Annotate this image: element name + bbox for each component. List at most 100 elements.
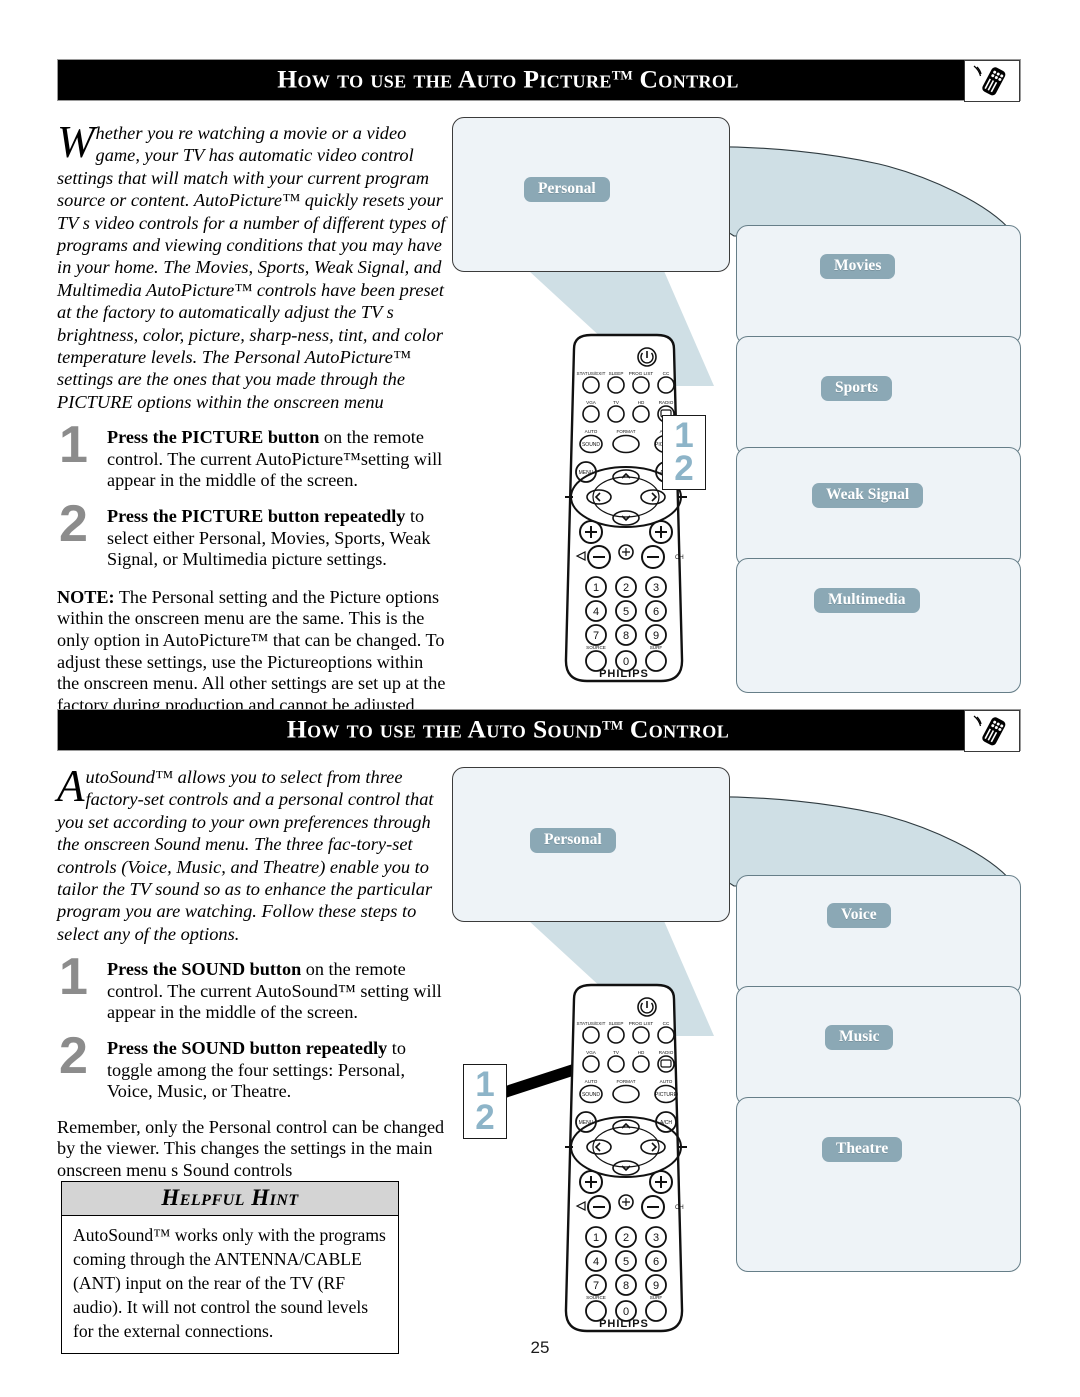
svg-text:FORMAT: FORMAT [616,429,635,434]
auto-picture-note: NOTE: The Personal setting and the Pictu… [57,587,449,717]
step-number: 1 [59,948,88,1007]
svg-text:1: 1 [593,1232,599,1244]
callout-number-box-sound: 1 2 [463,1064,507,1139]
setting-badge-theatre: Theatre [822,1137,903,1162]
svg-text:5: 5 [623,1256,629,1268]
svg-text:9: 9 [653,1280,659,1292]
section-title-text: How to use the Auto Sound [286,714,603,744]
remote-control-graphic-sound: STATUS/EXIT SLEEP PROG LIST CC VGA TV HD… [529,979,719,1339]
svg-text:0: 0 [623,1306,629,1318]
section-title-suffix: Control [632,64,739,94]
setting-badge-movies: Movies [820,254,896,279]
auto-picture-intro-text: hether you re watching a movie or a vide… [57,123,446,412]
tv-panel-theatre [736,1097,1021,1272]
section-header-auto-picture: How to use the Auto PictureTM Control [57,59,1021,102]
svg-text:SOURCE: SOURCE [586,1295,606,1300]
tv-panel-multimedia [736,558,1021,693]
tv-panel-voice [736,875,1021,995]
svg-text:SOUND: SOUND [582,442,600,448]
callout-line-2: 2 [475,1098,495,1137]
callout-line-1: 1 [475,1065,495,1104]
note-label: NOTE: [57,586,115,607]
svg-text:SURF: SURF [650,1295,663,1300]
page-number: 25 [530,1338,550,1357]
callout-line-2: 2 [674,449,694,488]
setting-badge-personal: Personal [530,828,616,853]
svg-text:SOUND: SOUND [582,1092,600,1098]
svg-text:STATUS/EXIT: STATUS/EXIT [577,371,606,376]
svg-text:6: 6 [653,606,659,618]
auto-sound-intro: AutoSound™ allows you to select from thr… [57,761,449,945]
svg-text:2: 2 [623,582,629,594]
svg-text:SOURCE: SOURCE [586,645,606,650]
drop-cap-w: W [57,117,95,167]
svg-text:1: 1 [593,582,599,594]
step-bold-lead: Press the PICTURE button [107,427,320,448]
svg-text:3: 3 [653,582,659,594]
setting-badge-personal: Personal [524,177,610,202]
auto-sound-intro-text: utoSound™ allows you to select from thre… [57,767,434,944]
svg-text:VGA: VGA [586,400,597,405]
section-title-suffix: Control [623,714,730,744]
svg-text:CC: CC [663,371,670,376]
section-header-auto-sound: How to use the Auto SoundTM Control [57,709,1021,752]
auto-picture-step-2: 2 Press the PICTURE button repeatedly to… [57,498,449,571]
helpful-hint-body: AutoSound™ works only with the programs … [73,1225,386,1341]
svg-text:5: 5 [623,606,629,618]
svg-text:8: 8 [623,630,629,642]
svg-text:TV: TV [613,1050,620,1055]
auto-sound-step-2: 2 Press the SOUND button repeatedly to t… [57,1030,449,1103]
auto-picture-diagram: Personal Movies Sports Weak Signal Multi… [449,114,1024,694]
auto-sound-diagram: Personal Voice Music Theatre STATUS/EXIT… [449,764,1024,1333]
svg-text:RADIO: RADIO [659,400,674,405]
svg-text:7: 7 [593,630,599,642]
svg-text:2: 2 [623,1232,629,1244]
svg-text:6: 6 [653,1256,659,1268]
trademark-mark: TM [602,717,624,733]
auto-picture-step-1: 1 Press the PICTURE button on the remote… [57,419,449,492]
svg-text:CC: CC [663,1021,670,1026]
step-text: Press the SOUND button on the remote con… [107,959,449,1024]
tv-panel-movies [736,225,1021,345]
svg-text:SLEEP: SLEEP [609,371,624,376]
step-number: 1 [59,416,88,475]
section-title-auto-sound: How to use the Auto SoundTM Control [58,714,958,744]
remote-control-icon [964,710,1020,752]
auto-sound-step-1: 1 Press the SOUND button on the remote c… [57,951,449,1024]
svg-text:4: 4 [593,1256,599,1268]
svg-text:PICTURE: PICTURE [655,1092,678,1098]
svg-text:HD: HD [638,1050,645,1055]
svg-text:CH: CH [675,555,684,561]
setting-badge-voice: Voice [827,903,891,928]
setting-badge-music: Music [825,1025,894,1050]
helpful-hint-title: Helpful Hint [62,1182,398,1216]
svg-text:TV: TV [613,400,620,405]
auto-sound-text-column: AutoSound™ allows you to select from thr… [57,761,449,1182]
section-title-text: How to use the Auto Picture [277,64,612,94]
svg-text:SLEEP: SLEEP [609,1021,624,1026]
drop-cap-a: A [57,761,85,811]
svg-text:PHILIPS: PHILIPS [599,1318,649,1330]
auto-picture-intro: Whether you re watching a movie or a vid… [57,117,449,413]
svg-text:3: 3 [653,1232,659,1244]
step-bold-lead: Press the SOUND button repeatedly [107,1038,388,1059]
svg-text:PROG LIST: PROG LIST [629,371,654,376]
svg-text:FORMAT: FORMAT [616,1079,635,1084]
svg-text:7: 7 [593,1280,599,1292]
svg-text:PHILIPS: PHILIPS [599,668,649,680]
svg-text:AUTO: AUTO [585,1079,598,1084]
step-text: Press the PICTURE button repeatedly to s… [107,506,449,571]
step-bold-lead: Press the SOUND button [107,959,302,980]
svg-text:VGA: VGA [586,1050,597,1055]
setting-badge-multimedia: Multimedia [814,588,920,613]
svg-text:8: 8 [623,1280,629,1292]
auto-picture-text-column: Whether you re watching a movie or a vid… [57,117,449,717]
section-title-auto-picture: How to use the Auto PictureTM Control [58,64,958,94]
manual-page: How to use the Auto Picture TM Control W … [0,0,1080,1397]
svg-text:STATUS/EXIT: STATUS/EXIT [577,1021,606,1026]
remote-control-graphic-picture: STATUS/EXIT SLEEP PROG LIST CC VGA TV HD… [529,329,719,689]
svg-text:CH: CH [675,1205,684,1211]
auto-sound-remember-text: Remember, only the Personal control can … [57,1116,445,1180]
svg-text:SURF: SURF [650,645,663,650]
svg-text:AUTO: AUTO [585,429,598,434]
